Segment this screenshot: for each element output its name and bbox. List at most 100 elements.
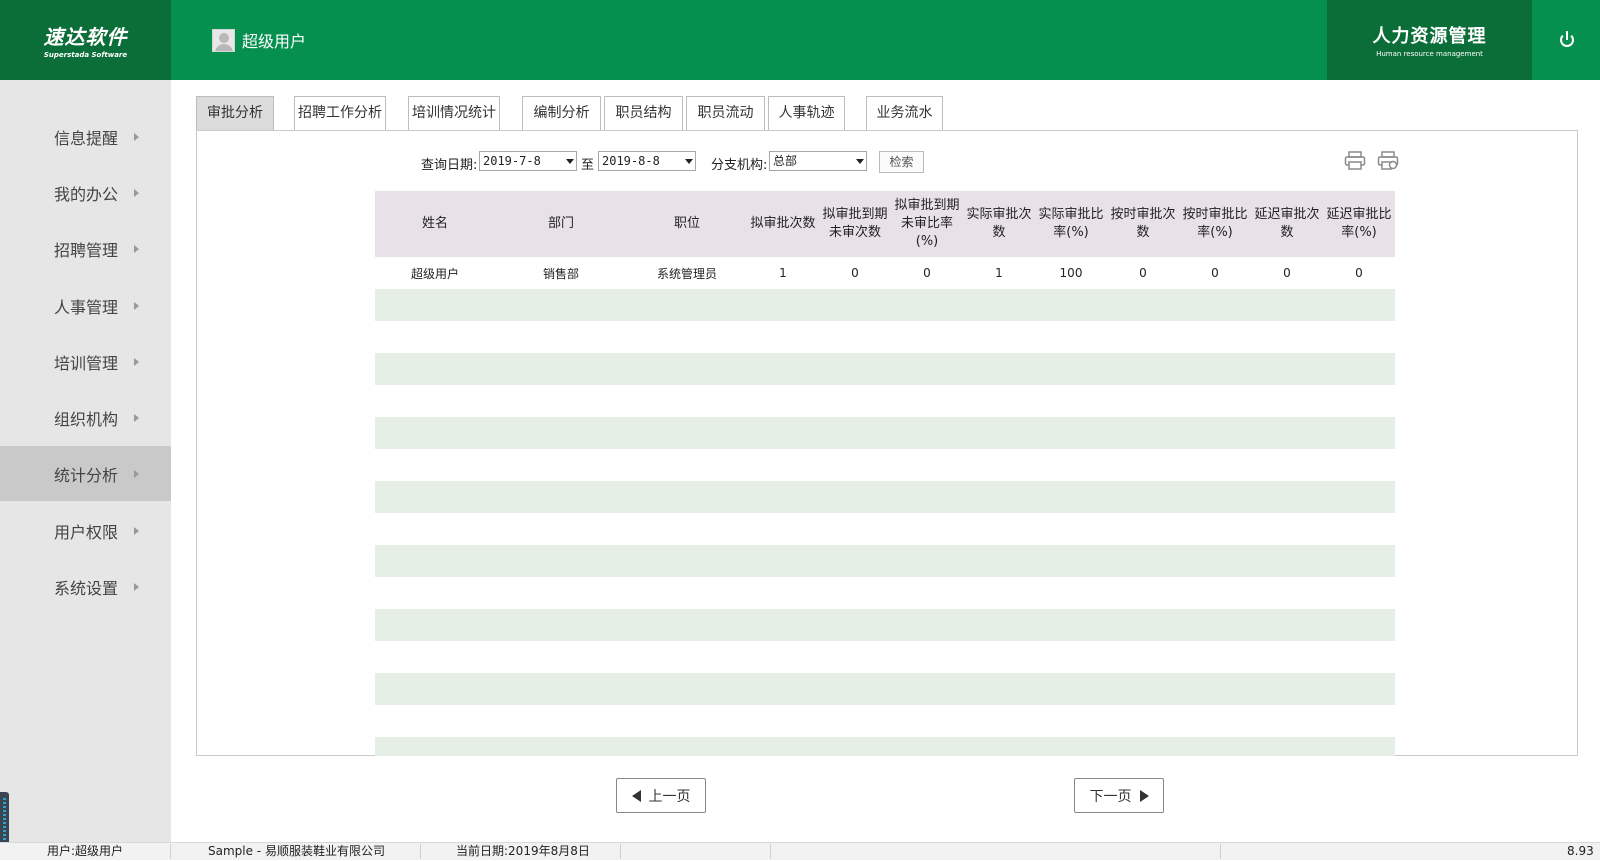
table-cell: 1 xyxy=(779,266,787,280)
next-page-label: 下一页 xyxy=(1089,788,1132,805)
empty-table-row xyxy=(375,417,1395,449)
sidebar-item-permissions[interactable]: 用户权限 xyxy=(0,503,171,558)
table-cell: 0 xyxy=(1211,266,1219,280)
chevron-right-icon xyxy=(134,244,139,253)
empty-table-row xyxy=(375,673,1395,705)
prev-page-label: 上一页 xyxy=(648,788,691,805)
column-header: 拟审批次数 xyxy=(750,216,816,231)
table-cell: 销售部 xyxy=(542,266,579,281)
triangle-right-icon xyxy=(1139,789,1149,802)
sidebar-item-label: 信息提醒 xyxy=(54,128,119,148)
column-header: 延迟审批比率(%) xyxy=(1326,207,1392,240)
tab-staffing-analysis[interactable]: 编制分析 xyxy=(522,96,601,131)
sidebar-item-label: 我的办公 xyxy=(54,184,119,204)
sidebar-item-office[interactable]: 我的办公 xyxy=(0,165,171,220)
sidebar-item-reminders[interactable]: 信息提醒 xyxy=(0,109,171,164)
table-header: 姓名 部门 职位 拟审批次数 拟审批到期未审次数 拟审批到期未审比率(%) 实际… xyxy=(375,191,1395,257)
sidebar-item-recruitment[interactable]: 招聘管理 xyxy=(0,221,171,276)
sidebar-item-personnel[interactable]: 人事管理 xyxy=(0,278,171,333)
date-to-value: 2019-8-8 xyxy=(602,154,660,168)
empty-table-row xyxy=(375,737,1395,756)
next-page-button[interactable]: 下一页 xyxy=(1074,778,1164,813)
avatar-icon xyxy=(212,28,235,52)
sidebar: 信息提醒 我的办公 招聘管理 人事管理 培训管理 组织机构 统计分析 用户权限 … xyxy=(0,80,171,842)
date-label: 查询日期: xyxy=(421,158,478,173)
table-row[interactable]: 超级用户 销售部 系统管理员 1 0 0 1 100 0 0 0 0 xyxy=(375,257,1395,289)
branch-value: 总部 xyxy=(773,154,798,168)
table-cell: 系统管理员 xyxy=(656,266,717,281)
tab-personnel-trace[interactable]: 人事轨迹 xyxy=(768,96,845,131)
chevron-right-icon xyxy=(134,526,139,535)
print-icon[interactable] xyxy=(1344,151,1366,171)
sidebar-item-label: 组织机构 xyxy=(54,409,119,429)
logo-subtext: Superstada Software xyxy=(43,51,128,59)
content-panel: 查询日期: 2019-7-8 至 2019-8-8 分支机构: 总部 检索 姓名… xyxy=(196,130,1578,756)
sidebar-item-organization[interactable]: 组织机构 xyxy=(0,390,171,445)
print-preview-icon[interactable] xyxy=(1377,151,1399,171)
chevron-right-icon xyxy=(134,413,139,422)
tab-staff-turnover[interactable]: 职员流动 xyxy=(686,96,765,131)
logo-text: 速达软件 xyxy=(43,25,128,49)
empty-table-row xyxy=(375,577,1395,609)
table-cell: 1 xyxy=(995,266,1003,280)
empty-table-row xyxy=(375,385,1395,417)
chevron-right-icon xyxy=(134,301,139,310)
empty-table-row xyxy=(375,545,1395,577)
chevron-right-icon xyxy=(134,469,139,478)
empty-table-row xyxy=(375,289,1395,321)
chevron-down-icon xyxy=(856,159,864,164)
empty-table-row xyxy=(375,481,1395,513)
status-company: Sample - 易顺服装鞋业有限公司 xyxy=(208,844,385,858)
tab-training-statistics[interactable]: 培训情况统计 xyxy=(408,96,500,131)
column-header: 职位 xyxy=(673,216,700,231)
chevron-down-icon xyxy=(685,159,693,164)
table-cell: 100 xyxy=(1059,266,1083,280)
table-cell: 0 xyxy=(1355,266,1363,280)
current-user[interactable]: 超级用户 xyxy=(212,28,306,52)
chevron-down-icon xyxy=(566,159,574,164)
tab-approval-analysis[interactable]: 审批分析 xyxy=(196,96,274,131)
module-name: 人力资源管理 xyxy=(1372,26,1487,47)
status-bar: 用户:超级用户 Sample - 易顺服装鞋业有限公司 当前日期:2019年8月… xyxy=(0,842,1600,860)
prev-page-button[interactable]: 上一页 xyxy=(616,778,706,813)
sidebar-item-label: 人事管理 xyxy=(54,297,119,317)
date-from-value: 2019-7-8 xyxy=(483,154,541,168)
column-header: 实际审批比率(%) xyxy=(1038,207,1104,240)
tab-business-flow[interactable]: 业务流水 xyxy=(866,96,943,131)
sidebar-item-statistics[interactable]: 统计分析 xyxy=(0,446,171,501)
column-header: 部门 xyxy=(547,216,574,231)
status-version: 8.93 xyxy=(1567,844,1594,858)
module-title: 人力资源管理 Human resource management xyxy=(1327,0,1532,80)
column-header: 延迟审批次数 xyxy=(1254,207,1320,240)
column-header: 拟审批到期未审比率(%) xyxy=(894,198,960,249)
chevron-right-icon xyxy=(134,582,139,591)
sidebar-item-label: 培训管理 xyxy=(54,353,119,373)
sidebar-item-label: 统计分析 xyxy=(54,465,119,485)
triangle-left-icon xyxy=(631,789,641,802)
chevron-right-icon xyxy=(134,188,139,197)
chevron-right-icon xyxy=(134,357,139,366)
empty-table-row xyxy=(375,321,1395,353)
sidebar-item-training[interactable]: 培训管理 xyxy=(0,334,171,389)
tab-staff-structure[interactable]: 职员结构 xyxy=(604,96,683,131)
table-cell: 0 xyxy=(923,266,931,280)
tab-recruitment-analysis[interactable]: 招聘工作分析 xyxy=(294,96,386,131)
power-icon[interactable] xyxy=(1555,28,1579,52)
column-header: 实际审批次数 xyxy=(966,207,1032,240)
approval-table: 姓名 部门 职位 拟审批次数 拟审批到期未审次数 拟审批到期未审比率(%) 实际… xyxy=(375,191,1395,756)
table-cell: 0 xyxy=(1139,266,1147,280)
branch-select[interactable]: 总部 xyxy=(769,151,867,171)
date-from-select[interactable]: 2019-7-8 xyxy=(479,151,577,171)
branch-label: 分支机构: xyxy=(711,158,768,173)
table-cell: 0 xyxy=(851,266,859,280)
empty-table-row xyxy=(375,705,1395,737)
date-to-select[interactable]: 2019-8-8 xyxy=(598,151,696,171)
search-button[interactable]: 检索 xyxy=(879,151,924,173)
status-date: 当前日期:2019年8月8日 xyxy=(456,844,590,858)
sidebar-item-settings[interactable]: 系统设置 xyxy=(0,559,171,614)
column-header: 拟审批到期未审次数 xyxy=(822,207,888,240)
top-header: 速达软件 Superstada Software 超级用户 人力资源管理 Hum… xyxy=(0,0,1600,80)
app-logo: 速达软件 Superstada Software xyxy=(0,0,171,80)
status-user: 用户:超级用户 xyxy=(47,844,124,858)
sidebar-item-label: 招聘管理 xyxy=(54,240,119,260)
